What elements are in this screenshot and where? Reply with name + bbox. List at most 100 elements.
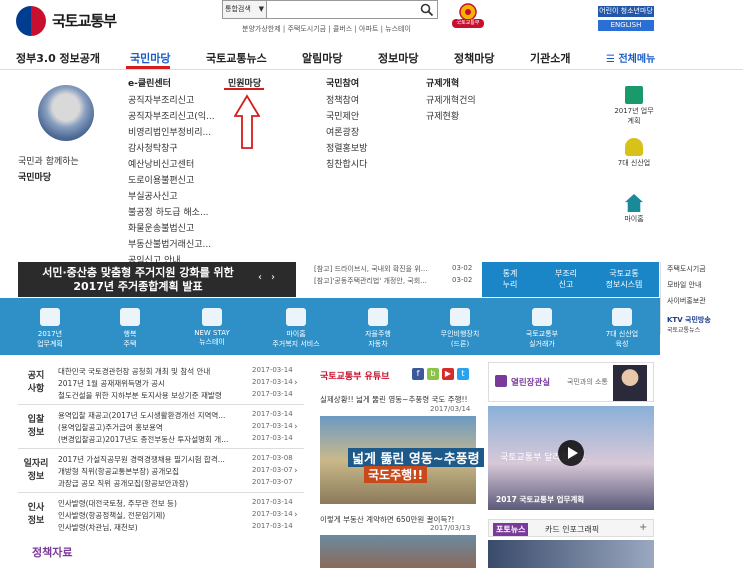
band-new-industry[interactable]: 7대 신산업 육성	[594, 308, 650, 349]
video-thumbnail[interactable]	[320, 535, 476, 568]
minister-office[interactable]: 열린장관실 국민과의 소통	[488, 362, 654, 402]
menu-item[interactable]: 공직자부조리신고	[128, 93, 194, 106]
youtube-title[interactable]: 국토교통부 유튜브	[320, 369, 389, 382]
quick-business-plan[interactable]: 2017년 업무계획	[614, 86, 654, 126]
board-row[interactable]: (용역입찰공고)주거급여 홍보용역	[58, 422, 244, 433]
menu-item[interactable]: 칭찬합시다	[326, 157, 367, 170]
menu-item[interactable]: 예산낭비신고센터	[128, 157, 194, 170]
band-newstay[interactable]: NEW STAY 뉴스테이	[184, 308, 240, 347]
ministry-logo-icon[interactable]	[16, 6, 46, 36]
quick-links[interactable]: 분양가상한제 | 주택도시기금 | 콜버스 | 아파트 | 뉴스테이	[242, 24, 411, 34]
board-category[interactable]: 일자리 정보	[18, 456, 54, 482]
board-row[interactable]: 인사발령(차관님, 재천보)	[58, 522, 244, 533]
board-row[interactable]: 과장급 공모 직위 공개모집(항공보안과장)	[58, 478, 244, 489]
search-icon[interactable]	[420, 3, 434, 17]
side-link[interactable]: 사이버홍보관	[667, 296, 706, 306]
chevron-right-icon[interactable]: ›	[294, 466, 298, 476]
menu-col-regulation-head[interactable]: 규제개혁	[426, 76, 459, 89]
policy-section-title[interactable]: 정책자료	[32, 544, 72, 560]
board-row[interactable]: 용역입찰 재공고(2017년 도시생활환경개선 지역역...	[58, 410, 244, 421]
logo-text[interactable]: 국토교통부	[52, 10, 117, 31]
board-date: 2017-03-14	[252, 422, 293, 430]
play-icon[interactable]	[558, 440, 584, 466]
english-button[interactable]: ENGLISH	[598, 20, 654, 31]
report-link[interactable]: 부조리 신고	[538, 268, 594, 290]
board-row[interactable]: 2017년 가설직공무원 경력경쟁채용 필기시험 합격...	[58, 454, 244, 465]
board-row[interactable]: 철도건설을 위한 지하부분 토지사용 보상기준 재발령	[58, 390, 244, 401]
nav-notice[interactable]: 알림마당	[302, 50, 342, 66]
menu-item[interactable]: 국민제안	[326, 109, 359, 122]
document-icon	[625, 86, 643, 104]
menu-item[interactable]: 감사청탁창구	[128, 141, 178, 154]
band-happy-housing[interactable]: 행복 주택	[102, 308, 158, 349]
band-autonomous-car[interactable]: 자율주행 자동차	[350, 308, 406, 349]
board-category[interactable]: 인사 정보	[18, 500, 54, 526]
chevron-right-icon[interactable]: ›	[294, 510, 298, 520]
youtube-icon[interactable]: ▶	[442, 368, 454, 380]
menu-item[interactable]: 공직자부조리신고(익...	[128, 109, 215, 122]
board-row[interactable]: (변경입찰공고)2017년도 종전부동산 투자설명회 개...	[58, 434, 244, 445]
board-row[interactable]: 대한민국 국토경관헌장 공청회 개최 및 참석 안내	[58, 366, 244, 377]
menu-item[interactable]: 비영리법인부정비리...	[128, 125, 211, 138]
plus-icon[interactable]: +	[639, 522, 647, 533]
side-link[interactable]: 주택도시기금	[667, 264, 706, 274]
nav-news[interactable]: 국토교통뉴스	[206, 50, 267, 66]
up-arrow-icon	[234, 94, 260, 149]
menu-item[interactable]: 정렬홍보방	[326, 141, 367, 154]
board-row[interactable]: 인사발령(대전국토청, 주무관 전보 등)	[58, 498, 244, 509]
stats-link[interactable]: 통계 누리	[482, 268, 538, 290]
document-icon	[40, 308, 60, 326]
quick-myhome[interactable]: 마이홈	[614, 194, 654, 224]
board-row[interactable]: 2017년 1월 공재재위득명가 공시	[58, 378, 244, 389]
band-label: 행복	[123, 330, 137, 338]
menu-col-participation-head[interactable]: 국민참여	[326, 76, 359, 89]
band-drone[interactable]: 무인비행장치 (드론)	[432, 308, 488, 349]
board-row[interactable]: 인사발령(항공정책실, 전문임기제)	[58, 510, 244, 521]
menu-item[interactable]: 불공정 하도급 해소...	[128, 205, 209, 218]
ticker-item[interactable]: [참고] 드라이브시, 국내외 확진을 위...	[314, 264, 427, 274]
video-caption[interactable]: 실제상황!! 넓게 뚫린 영동~추풍령 국도 주행!!	[320, 395, 476, 405]
banner-next-icon[interactable]: ›	[271, 272, 275, 283]
blog-icon[interactable]: b	[427, 368, 439, 380]
side-link[interactable]: 모바일 안내	[667, 280, 701, 290]
tab-card-infographic[interactable]: 카드 인포그래픽	[545, 524, 599, 535]
nav-policy[interactable]: 정책마당	[454, 50, 494, 66]
menu-item[interactable]: 도로이용불편신고	[128, 173, 194, 186]
board-category[interactable]: 입찰 정보	[18, 412, 54, 438]
menu-item[interactable]: 정책참여	[326, 93, 359, 106]
band-real-price[interactable]: 국토교통부 실거래가	[514, 308, 570, 349]
photo-thumbnail[interactable]	[488, 540, 654, 568]
twitter-icon[interactable]: t	[457, 368, 469, 380]
chevron-right-icon[interactable]: ›	[294, 422, 298, 432]
ktv-logo[interactable]: KTV 국민방송	[667, 315, 711, 325]
menu-item[interactable]: 여론광장	[326, 125, 359, 138]
all-menu-button[interactable]: ☰ 전체메뉴	[606, 50, 655, 65]
chevron-right-icon[interactable]: ›	[294, 378, 298, 388]
menu-item[interactable]: 부실공사신고	[128, 189, 178, 202]
menu-item[interactable]: 화물운송불법신고	[128, 221, 194, 234]
ktv-sub: 국토교통뉴스	[667, 327, 701, 334]
banner-prev-icon[interactable]: ‹	[258, 272, 262, 283]
quick-label: 2017년 업무계획	[614, 107, 654, 125]
menu-item[interactable]: 규제현황	[426, 109, 459, 122]
band-myhome[interactable]: 마이홈 주거복지 서비스	[268, 308, 324, 349]
menu-item[interactable]: 규제개혁건의	[426, 93, 476, 106]
nav-people[interactable]: 국민마당	[130, 50, 170, 66]
band-label: 국토교통부	[525, 330, 559, 338]
board-category[interactable]: 공지 사항	[18, 368, 54, 394]
facebook-icon[interactable]: f	[412, 368, 424, 380]
nav-gov30[interactable]: 정부3.0 정보공개	[16, 50, 100, 66]
nav-about[interactable]: 기관소개	[530, 50, 570, 66]
main-banner[interactable]: 서민·중산층 맞춤형 주거지원 강화를 위한 2017년 주거종합계획 발표 ‹…	[18, 262, 296, 297]
menu-col-eclean-head[interactable]: e-클린센터	[128, 76, 171, 89]
menu-item[interactable]: 부동산불법거래신고...	[128, 237, 211, 250]
info-system-link[interactable]: 국토교통 정보시스템	[596, 268, 652, 290]
tab-photo-news[interactable]: 포토뉴스	[493, 523, 529, 536]
kids-page-button[interactable]: 어린이 청소년마당	[598, 6, 654, 17]
nav-info[interactable]: 정보마당	[378, 50, 418, 66]
ticker-item[interactable]: [참고]'공동주택관리법' 개정안, 국회...	[314, 276, 427, 286]
quick-new-industry[interactable]: 7대 신산업	[614, 138, 654, 168]
search-scope-select[interactable]: 통합검색 ▼	[223, 1, 267, 18]
board-row[interactable]: 개방형 직위(항공교통본부장) 공개모집	[58, 466, 244, 477]
band-business-plan[interactable]: 2017년 업무계획	[22, 308, 78, 349]
